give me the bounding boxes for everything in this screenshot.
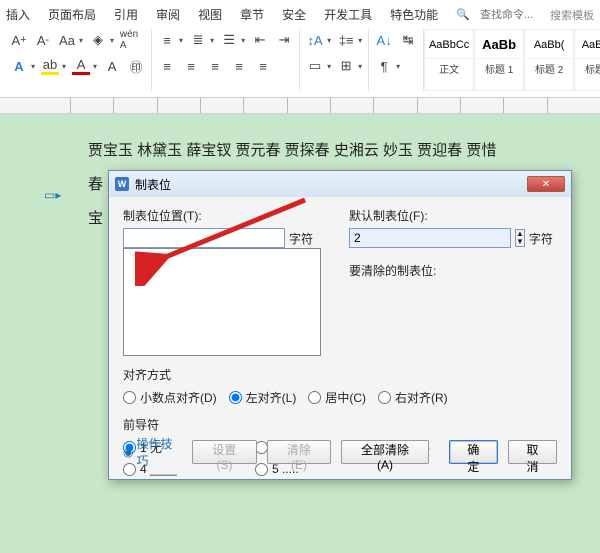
align-decimal-radio[interactable]: 小数点对齐(D) [123,389,217,406]
tabpos-list[interactable] [123,248,321,356]
tabstop-dialog: W 制表位 ✕ 制表位位置(T): 字符 默认制表位(F): [108,170,572,480]
tabpos-label: 制表位位置(T): [123,207,333,224]
align-center-radio[interactable]: 居中(C) [308,389,366,406]
default-tab-label: 默认制表位(F): [349,207,557,224]
tips-link[interactable]: ◉ 操作技巧 [123,435,182,469]
default-tab-input[interactable] [349,228,511,248]
app-icon: W [115,177,129,191]
cancel-button[interactable]: 取消 [508,440,557,464]
default-tab-unit: 字符 [529,230,553,247]
ok-button[interactable]: 确定 [449,440,498,464]
spinner[interactable]: ▲▼ [515,229,525,247]
dialog-title: 制表位 [135,176,171,193]
align-left-radio[interactable]: 左对齐(L) [229,389,297,406]
align-section-title: 对齐方式 [123,366,557,383]
clear-tab-label: 要清除的制表位: [349,262,557,279]
clear-all-button[interactable]: 全部清除(A) [341,440,429,464]
overlay: W 制表位 ✕ 制表位位置(T): 字符 默认制表位(F): [0,0,600,537]
set-button[interactable]: 设置(S) [192,440,257,464]
align-right-radio[interactable]: 右对齐(R) [378,389,448,406]
tabpos-input[interactable] [123,228,285,248]
dialog-titlebar[interactable]: W 制表位 ✕ [109,171,571,197]
tabpos-unit: 字符 [289,230,313,247]
close-icon[interactable]: ✕ [527,176,565,192]
clear-button[interactable]: 清除(E) [267,440,332,464]
leader-section-title: 前导符 [123,416,557,433]
